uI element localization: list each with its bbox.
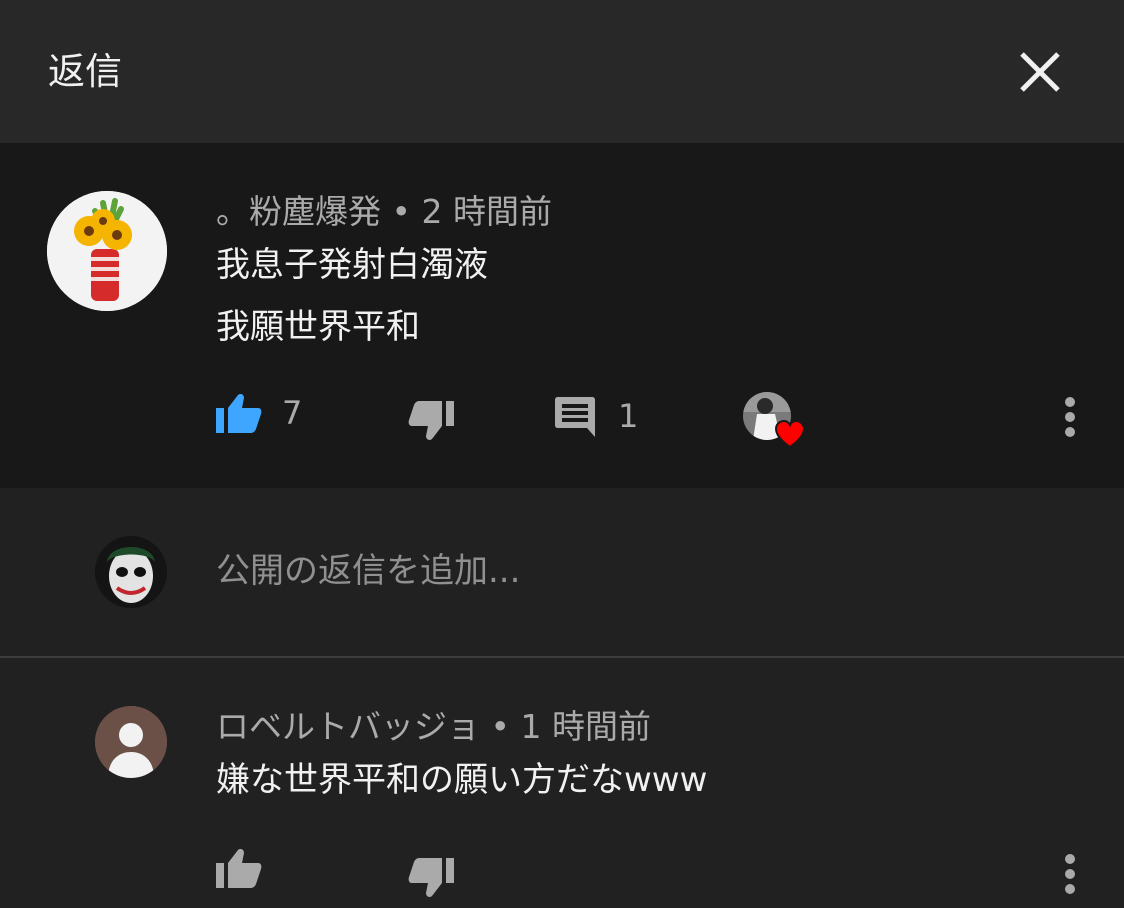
author-name[interactable]: ロベルトバッジョ xyxy=(216,707,480,746)
comment-meta: 。粉塵爆発 • 2 時間前 xyxy=(216,191,552,233)
comment-text-line: 我息子発射白濁液 xyxy=(216,245,488,285)
thumb-down-icon xyxy=(408,858,454,897)
close-icon xyxy=(1020,52,1060,92)
avatar-image xyxy=(47,191,167,311)
page-title: 返信 xyxy=(48,50,122,93)
dislike-button[interactable] xyxy=(408,858,454,898)
avatar[interactable] xyxy=(47,191,167,311)
thumb-up-icon xyxy=(216,849,262,888)
thumb-down-icon xyxy=(408,401,454,440)
reply-input[interactable] xyxy=(216,548,1036,594)
avatar[interactable] xyxy=(95,706,167,778)
close-button[interactable] xyxy=(1014,46,1066,98)
meta-separator: • xyxy=(490,707,510,746)
comment-text-line: 我願世界平和 xyxy=(216,307,420,347)
user-avatar-image xyxy=(95,536,167,608)
meta-separator: • xyxy=(391,192,411,231)
thumb-up-icon xyxy=(216,394,262,433)
header: 返信 xyxy=(0,0,1124,143)
top-comment: 。粉塵爆発 • 2 時間前 我息子発射白濁液 我願世界平和 7 1 xyxy=(0,143,1124,488)
comment-text: 嫌な世界平和の願い方だなwww xyxy=(216,760,708,800)
like-button[interactable]: 7 xyxy=(216,393,302,433)
like-count: 7 xyxy=(282,394,303,432)
like-button[interactable] xyxy=(216,848,262,888)
timestamp[interactable]: 1 時間前 xyxy=(520,707,651,746)
more-options-button[interactable] xyxy=(1060,395,1080,439)
creator-heart[interactable] xyxy=(743,392,807,448)
avatar xyxy=(95,536,167,608)
comment-icon xyxy=(555,397,595,437)
reply-count: 1 xyxy=(618,397,639,435)
author-name[interactable]: 。粉塵爆発 xyxy=(216,192,381,231)
reply-button[interactable]: 1 xyxy=(554,395,638,437)
dislike-button[interactable] xyxy=(408,401,454,441)
timestamp[interactable]: 2 時間前 xyxy=(421,192,552,231)
more-options-button[interactable] xyxy=(1060,852,1080,896)
heart-icon xyxy=(775,420,805,448)
comment-meta: ロベルトバッジョ • 1 時間前 xyxy=(216,706,651,748)
reply-comment: ロベルトバッジョ • 1 時間前 嫌な世界平和の願い方だなwww xyxy=(0,658,1124,908)
default-avatar-icon xyxy=(95,706,167,778)
replies-page: 返信 。粉塵爆発 • 2 時間前 我息子発射白濁液 我願世界平和 7 1 公開の… xyxy=(0,0,1124,908)
reply-input-row xyxy=(0,488,1124,656)
